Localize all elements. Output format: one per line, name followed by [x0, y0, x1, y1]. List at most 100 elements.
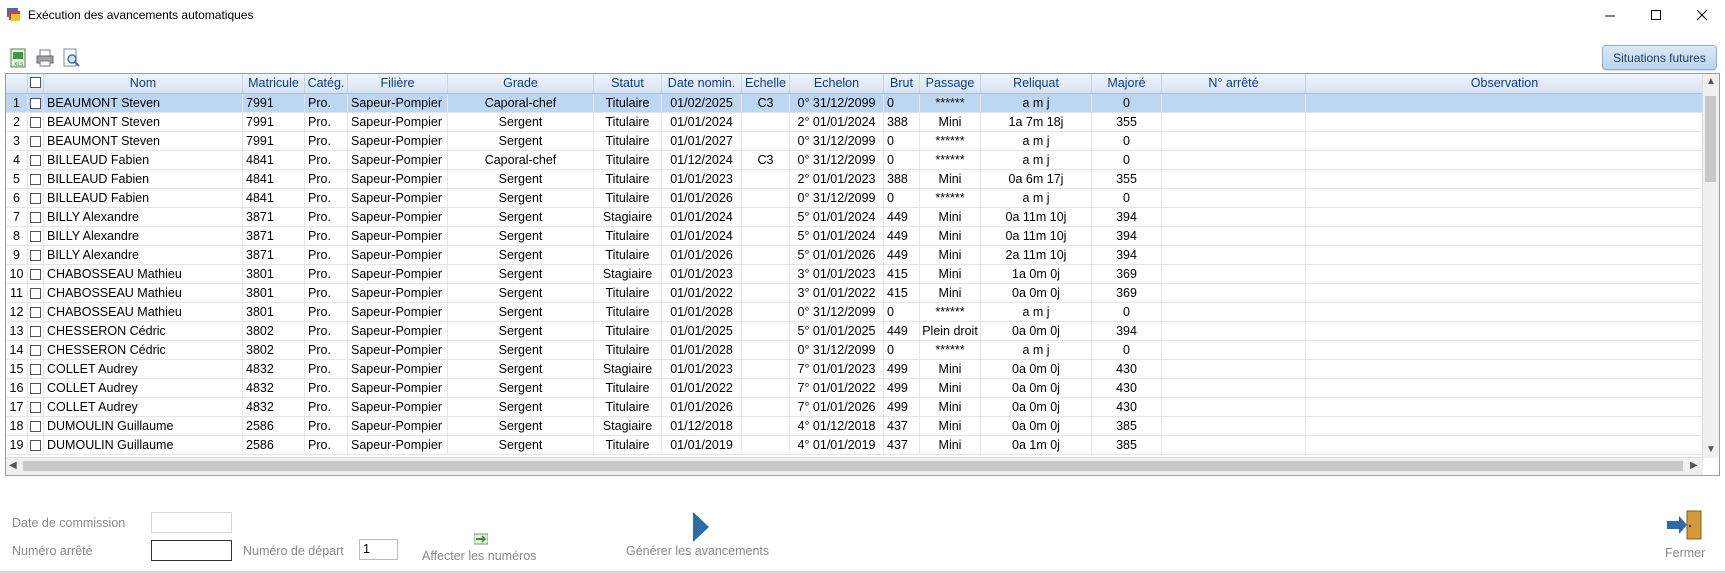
table-row[interactable]: 9 BILLY Alexandre 3871 Pro. Sapeur-Pompier Se…	[6, 246, 1703, 265]
affecter-numeros-button[interactable]: Affecter les numéros	[418, 531, 546, 565]
header-statut[interactable]: Statut	[594, 74, 662, 93]
row-checkbox[interactable]	[30, 155, 41, 166]
row-checkbox-cell[interactable]	[28, 303, 44, 321]
row-checkbox[interactable]	[30, 98, 41, 109]
generer-avancements-button[interactable]: Générer les avancements	[620, 508, 780, 562]
row-checkbox-cell[interactable]	[28, 341, 44, 359]
row-checkbox-cell[interactable]	[28, 265, 44, 283]
row-checkbox-cell[interactable]	[28, 151, 44, 169]
row-checkbox[interactable]	[30, 250, 41, 261]
close-button[interactable]	[1679, 0, 1725, 30]
row-checkbox[interactable]	[30, 269, 41, 280]
row-checkbox-cell[interactable]	[28, 227, 44, 245]
table-row[interactable]: 11 CHABOSSEAU Mathieu 3801 Pro. Sapeur-Pompi…	[6, 284, 1703, 303]
row-checkbox-cell[interactable]	[28, 398, 44, 416]
row-checkbox-cell[interactable]	[28, 379, 44, 397]
scroll-right-icon[interactable]: ▶	[1690, 460, 1698, 471]
row-checkbox[interactable]	[30, 383, 41, 394]
table-row[interactable]: 12 CHABOSSEAU Mathieu 3801 Pro. Sapeur-Pompi…	[6, 303, 1703, 322]
table-row[interactable]: 17 COLLET Audrey 4832 Pro. Sapeur-Pompier Ser…	[6, 398, 1703, 417]
row-checkbox-cell[interactable]	[28, 170, 44, 188]
table-row[interactable]: 15 COLLET Audrey 4832 Pro. Sapeur-Pompier Ser…	[6, 360, 1703, 379]
row-checkbox-cell[interactable]	[28, 436, 44, 454]
row-checkbox[interactable]	[30, 288, 41, 299]
header-echelon[interactable]: Echelon	[790, 74, 884, 93]
table-row[interactable]: 8 BILLY Alexandre 3871 Pro. Sapeur-Pompier Se…	[6, 227, 1703, 246]
row-checkbox[interactable]	[30, 117, 41, 128]
situations-futures-button[interactable]: Situations futures	[1602, 45, 1717, 70]
header-nom[interactable]: Nom	[44, 74, 243, 93]
row-checkbox-cell[interactable]	[28, 208, 44, 226]
header-matricule[interactable]: Matricule	[243, 74, 305, 93]
row-checkbox-cell[interactable]	[28, 94, 44, 112]
select-all-checkbox[interactable]	[30, 77, 41, 88]
table-row[interactable]: 13 CHESSERON Cédric 3802 Pro. Sapeur-Pompier…	[6, 322, 1703, 341]
row-checkbox-cell[interactable]	[28, 132, 44, 150]
header-reliquat[interactable]: Reliquat	[981, 74, 1092, 93]
row-checkbox[interactable]	[30, 345, 41, 356]
print-preview-button[interactable]	[61, 48, 81, 68]
row-checkbox[interactable]	[30, 421, 41, 432]
row-checkbox-cell[interactable]	[28, 189, 44, 207]
row-checkbox[interactable]	[30, 174, 41, 185]
fermer-button[interactable]: Fermer	[1656, 506, 1716, 564]
table-row[interactable]: 1 BEAUMONT Steven 7991 Pro. Sapeur-Pompier Ca…	[6, 94, 1703, 113]
header-filiere[interactable]: Filière	[348, 74, 448, 93]
table-row[interactable]: 6 BILLEAUD Fabien 4841 Pro. Sapeur-Pompier Se…	[6, 189, 1703, 208]
header-echelle[interactable]: Echelle	[742, 74, 790, 93]
header-brut[interactable]: Brut	[884, 74, 920, 93]
table-row[interactable]: 18 DUMOULIN Guillaume 2586 Pro. Sapeur-Pompi…	[6, 417, 1703, 436]
minimize-icon	[1604, 15, 1615, 16]
table-row[interactable]: 19 DUMOULIN Guillaume 2586 Pro. Sapeur-Pompi…	[6, 436, 1703, 455]
row-checkbox[interactable]	[30, 231, 41, 242]
header-passage[interactable]: Passage	[920, 74, 981, 93]
header-grade[interactable]: Grade	[448, 74, 594, 93]
row-checkbox[interactable]	[30, 307, 41, 318]
scroll-left-icon[interactable]: ◀	[9, 460, 17, 471]
print-button[interactable]	[35, 48, 55, 68]
maximize-button[interactable]	[1633, 0, 1679, 30]
header-numero-arrete[interactable]: N° arrêté	[1162, 74, 1306, 93]
row-checkbox[interactable]	[30, 193, 41, 204]
categorie-cell: Pro.	[305, 113, 348, 131]
vertical-scrollbar[interactable]: ▲ ▼	[1702, 74, 1719, 458]
row-checkbox-cell[interactable]	[28, 322, 44, 340]
matricule-cell: 4841	[243, 151, 305, 169]
row-checkbox-cell[interactable]	[28, 284, 44, 302]
row-checkbox-cell[interactable]	[28, 246, 44, 264]
row-checkbox[interactable]	[30, 440, 41, 451]
header-categ[interactable]: Catég.	[305, 74, 348, 93]
header-date-nomin[interactable]: Date nomin.	[662, 74, 742, 93]
table-row[interactable]: 16 COLLET Audrey 4832 Pro. Sapeur-Pompier Ser…	[6, 379, 1703, 398]
row-checkbox-cell[interactable]	[28, 360, 44, 378]
table-row[interactable]: 2 BEAUMONT Steven 7991 Pro. Sapeur-Pompier Se…	[6, 113, 1703, 132]
vertical-scroll-thumb[interactable]	[1705, 96, 1716, 182]
date-commission-field[interactable]	[151, 512, 232, 533]
horizontal-scroll-thumb[interactable]	[23, 461, 1683, 471]
row-checkbox-cell[interactable]	[28, 113, 44, 131]
print-preview-icon	[63, 48, 80, 67]
header-majore[interactable]: Majoré	[1092, 74, 1162, 93]
table-row[interactable]: 3 BEAUMONT Steven 7991 Pro. Sapeur-Pompier Se…	[6, 132, 1703, 151]
table-row[interactable]: 14 CHESSERON Cédric 3802 Pro. Sapeur-Pompier…	[6, 341, 1703, 360]
header-observation[interactable]: Observation	[1306, 74, 1703, 93]
scroll-up-icon[interactable]: ▲	[1706, 76, 1716, 87]
table-row[interactable]: 5 BILLEAUD Fabien 4841 Pro. Sapeur-Pompier Se…	[6, 170, 1703, 189]
excel-export-button[interactable]: XLS	[9, 48, 29, 68]
numero-depart-field[interactable]: 1	[359, 539, 398, 560]
row-number-cell: 12	[6, 303, 28, 321]
horizontal-scrollbar[interactable]: ◀ ▶	[6, 457, 1703, 475]
table-row[interactable]: 10 CHABOSSEAU Mathieu 3801 Pro. Sapeur-Pompi…	[6, 265, 1703, 284]
scroll-down-icon[interactable]: ▼	[1706, 444, 1716, 455]
row-checkbox[interactable]	[30, 212, 41, 223]
row-checkbox[interactable]	[30, 402, 41, 413]
row-checkbox[interactable]	[30, 136, 41, 147]
minimize-button[interactable]	[1587, 0, 1633, 30]
table-row[interactable]: 7 BILLY Alexandre 3871 Pro. Sapeur-Pompier Se…	[6, 208, 1703, 227]
row-checkbox[interactable]	[30, 364, 41, 375]
header-select-all[interactable]	[28, 74, 44, 93]
numero-arrete-field[interactable]	[151, 540, 232, 561]
row-checkbox[interactable]	[30, 326, 41, 337]
table-row[interactable]: 4 BILLEAUD Fabien 4841 Pro. Sapeur-Pompier Ca…	[6, 151, 1703, 170]
row-checkbox-cell[interactable]	[28, 417, 44, 435]
